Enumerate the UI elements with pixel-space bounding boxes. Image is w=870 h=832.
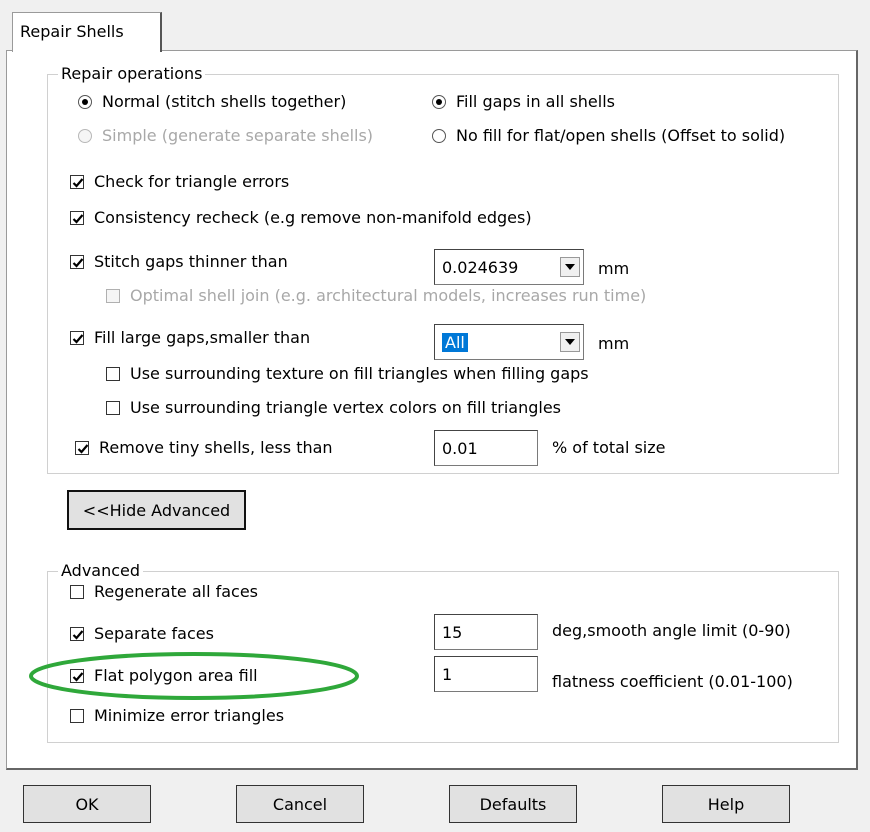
check-separate-faces[interactable]: Separate faces	[70, 624, 214, 644]
check-regenerate-faces[interactable]: Regenerate all faces	[70, 582, 258, 602]
check-surrounding-texture-label: Use surrounding texture on fill triangle…	[130, 364, 589, 383]
check-optimal-shell-join-box[interactable]	[106, 289, 120, 303]
check-consistency-label: Consistency recheck (e.g remove non-mani…	[94, 208, 532, 227]
radio-no-fill-label: No fill for flat/open shells (Offset to …	[456, 126, 786, 145]
radio-no-fill[interactable]: No fill for flat/open shells (Offset to …	[432, 126, 785, 146]
stitch-gaps-dropdown[interactable]: 0.024639	[434, 249, 584, 285]
check-surrounding-texture-box[interactable]	[106, 367, 120, 381]
remove-tiny-shells-input[interactable]: 0.01	[434, 430, 538, 466]
check-stitch-gaps[interactable]: Stitch gaps thinner than	[70, 252, 288, 272]
check-vertex-colors-box[interactable]	[106, 401, 120, 415]
check-optimal-shell-join-label: Optimal shell join (e.g. architectural m…	[130, 286, 647, 305]
check-triangle-errors-label: Check for triangle errors	[94, 172, 290, 191]
chevron-down-icon[interactable]	[560, 257, 580, 277]
radio-fill-all[interactable]: Fill gaps in all shells	[432, 92, 615, 112]
checkmark-icon	[77, 444, 89, 454]
stitch-gaps-value: 0.024639	[442, 258, 519, 277]
check-minimize-error-triangles-box[interactable]	[70, 709, 84, 723]
remove-tiny-shells-unit: % of total size	[552, 438, 666, 457]
fill-large-gaps-dropdown[interactable]: All	[434, 324, 584, 360]
check-fill-large-gaps-box[interactable]	[70, 331, 84, 345]
checkmark-icon	[72, 630, 84, 640]
radio-normal-label: Normal (stitch shells together)	[102, 92, 347, 111]
radio-normal[interactable]: Normal (stitch shells together)	[78, 92, 346, 112]
flatness-value: 1	[442, 665, 453, 684]
ok-button[interactable]: OK	[23, 785, 151, 823]
check-minimize-error-triangles[interactable]: Minimize error triangles	[70, 706, 284, 726]
check-remove-tiny-shells-box[interactable]	[75, 441, 89, 455]
separate-faces-unit: deg,smooth angle limit (0-90)	[552, 621, 791, 640]
repair-operations-legend: Repair operations	[58, 65, 206, 83]
check-regenerate-faces-label: Regenerate all faces	[94, 582, 259, 601]
checkmark-icon	[72, 258, 84, 268]
tab-repair-shells[interactable]: Repair Shells	[12, 12, 162, 52]
check-fill-large-gaps[interactable]: Fill large gaps,smaller than	[70, 328, 310, 348]
flatness-input[interactable]: 1	[434, 656, 538, 692]
check-consistency[interactable]: Consistency recheck (e.g remove non-mani…	[70, 208, 532, 228]
check-fill-large-gaps-label: Fill large gaps,smaller than	[94, 328, 311, 347]
separate-faces-input[interactable]: 15	[434, 614, 538, 650]
check-stitch-gaps-label: Stitch gaps thinner than	[94, 252, 288, 271]
radio-fill-all-indicator[interactable]	[432, 95, 446, 109]
radio-no-fill-indicator[interactable]	[432, 129, 446, 143]
check-triangle-errors-box[interactable]	[70, 175, 84, 189]
check-vertex-colors-label: Use surrounding triangle vertex colors o…	[130, 398, 561, 417]
advanced-legend: Advanced	[58, 562, 144, 580]
radio-normal-indicator[interactable]	[78, 95, 92, 109]
checkmark-icon	[72, 214, 84, 224]
checkmark-icon	[72, 178, 84, 188]
check-separate-faces-box[interactable]	[70, 627, 84, 641]
tab-label: Repair Shells	[20, 22, 124, 41]
check-surrounding-texture[interactable]: Use surrounding texture on fill triangle…	[106, 364, 589, 384]
highlight-ellipse	[29, 652, 359, 700]
help-button[interactable]: Help	[662, 785, 790, 823]
check-regenerate-faces-box[interactable]	[70, 585, 84, 599]
check-minimize-error-triangles-label: Minimize error triangles	[94, 706, 285, 725]
remove-tiny-shells-value: 0.01	[442, 439, 478, 458]
hide-advanced-button[interactable]: <<Hide Advanced	[67, 490, 246, 530]
defaults-button[interactable]: Defaults	[449, 785, 577, 823]
check-remove-tiny-shells-label: Remove tiny shells, less than	[99, 438, 333, 457]
check-remove-tiny-shells[interactable]: Remove tiny shells, less than	[75, 438, 333, 458]
radio-simple-indicator[interactable]	[78, 129, 92, 143]
check-stitch-gaps-box[interactable]	[70, 255, 84, 269]
check-consistency-box[interactable]	[70, 211, 84, 225]
separate-faces-value: 15	[442, 623, 463, 642]
flatness-unit: flatness coefficient (0.01-100)	[552, 672, 793, 691]
check-optimal-shell-join[interactable]: Optimal shell join (e.g. architectural m…	[106, 286, 646, 306]
radio-simple-label: Simple (generate separate shells)	[102, 126, 374, 145]
checkmark-icon	[72, 334, 84, 344]
fill-large-gaps-value: All	[442, 333, 468, 352]
check-vertex-colors[interactable]: Use surrounding triangle vertex colors o…	[106, 398, 561, 418]
stitch-gaps-unit: mm	[598, 259, 630, 278]
cancel-button[interactable]: Cancel	[236, 785, 364, 823]
radio-fill-all-label: Fill gaps in all shells	[456, 92, 615, 111]
check-triangle-errors[interactable]: Check for triangle errors	[70, 172, 289, 192]
radio-simple[interactable]: Simple (generate separate shells)	[78, 126, 373, 146]
fill-large-gaps-unit: mm	[598, 334, 630, 353]
check-separate-faces-label: Separate faces	[94, 624, 214, 643]
chevron-down-icon[interactable]	[560, 332, 580, 352]
